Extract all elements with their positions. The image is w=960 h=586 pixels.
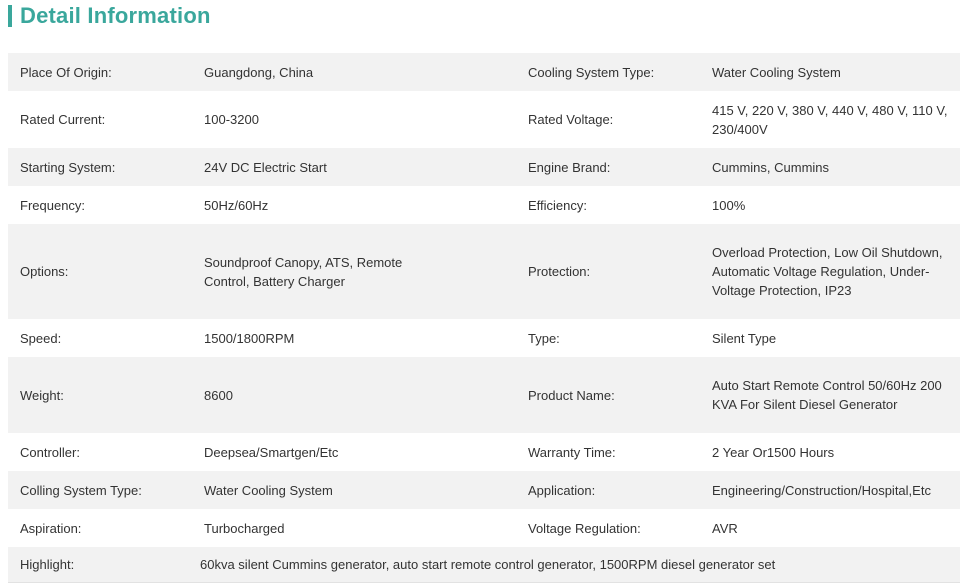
highlight-value: 60kva silent Cummins generator, auto sta…	[192, 547, 960, 583]
spec-value: 2 Year Or1500 Hours	[700, 433, 960, 471]
spec-value: Overload Protection, Low Oil Shutdown, A…	[700, 224, 960, 319]
spec-value: Cummins, Cummins	[700, 148, 960, 186]
spec-label: Aspiration:	[8, 509, 192, 547]
spec-label: Colling System Type:	[8, 471, 192, 509]
spec-value: 1500/1800RPM	[192, 319, 516, 357]
highlight-row: Highlight: 60kva silent Cummins generato…	[8, 547, 960, 583]
table-row: Weight: 8600 Product Name: Auto Start Re…	[8, 357, 960, 433]
spec-value: 8600	[192, 357, 516, 433]
table-row: Colling System Type: Water Cooling Syste…	[8, 471, 960, 509]
table-row: Place Of Origin: Guangdong, China Coolin…	[8, 53, 960, 91]
table-row: Aspiration: Turbocharged Voltage Regulat…	[8, 509, 960, 547]
spec-label: Cooling System Type:	[516, 53, 700, 91]
spec-label: Voltage Regulation:	[516, 509, 700, 547]
spec-value: Silent Type	[700, 319, 960, 357]
spec-value: Engineering/Construction/Hospital,Etc	[700, 471, 960, 509]
spec-value: Soundproof Canopy, ATS, Remote Control, …	[192, 224, 516, 319]
header-accent-bar	[8, 5, 12, 27]
spec-value: Guangdong, China	[192, 53, 516, 91]
spec-value: Auto Start Remote Control 50/60Hz 200 KV…	[700, 357, 960, 433]
table-row: Starting System: 24V DC Electric Start E…	[8, 148, 960, 186]
section-header: Detail Information	[8, 3, 211, 28]
table-row: Frequency: 50Hz/60Hz Efficiency: 100%	[8, 186, 960, 224]
spec-value: Water Cooling System	[192, 471, 516, 509]
spec-label: Controller:	[8, 433, 192, 471]
section-title: Detail Information	[20, 3, 211, 28]
spec-label: Weight:	[8, 357, 192, 433]
spec-label: Starting System:	[8, 148, 192, 186]
spec-value: Turbocharged	[192, 509, 516, 547]
spec-label: Product Name:	[516, 357, 700, 433]
spec-label: Place Of Origin:	[8, 53, 192, 91]
spec-value: AVR	[700, 509, 960, 547]
spec-label: Application:	[516, 471, 700, 509]
spec-value: Water Cooling System	[700, 53, 960, 91]
spec-label: Speed:	[8, 319, 192, 357]
detail-table: Place Of Origin: Guangdong, China Coolin…	[8, 53, 960, 583]
table-row: Rated Current: 100-3200 Rated Voltage: 4…	[8, 91, 960, 148]
table-row: Controller: Deepsea/Smartgen/Etc Warrant…	[8, 433, 960, 471]
spec-value: 50Hz/60Hz	[192, 186, 516, 224]
spec-label: Protection:	[516, 224, 700, 319]
spec-label: Frequency:	[8, 186, 192, 224]
spec-label: Type:	[516, 319, 700, 357]
spec-value: 24V DC Electric Start	[192, 148, 516, 186]
spec-value: 100%	[700, 186, 960, 224]
spec-label: Efficiency:	[516, 186, 700, 224]
spec-value: Deepsea/Smartgen/Etc	[192, 433, 516, 471]
spec-label: Options:	[8, 224, 192, 319]
table-row: Speed: 1500/1800RPM Type: Silent Type	[8, 319, 960, 357]
highlight-label: Highlight:	[8, 547, 192, 583]
spec-label: Rated Voltage:	[516, 91, 700, 148]
spec-value: 100-3200	[192, 91, 516, 148]
spec-label: Rated Current:	[8, 91, 192, 148]
spec-label: Warranty Time:	[516, 433, 700, 471]
table-row: Options: Soundproof Canopy, ATS, Remote …	[8, 224, 960, 319]
spec-label: Engine Brand:	[516, 148, 700, 186]
spec-value: 415 V, 220 V, 380 V, 440 V, 480 V, 110 V…	[700, 91, 960, 148]
